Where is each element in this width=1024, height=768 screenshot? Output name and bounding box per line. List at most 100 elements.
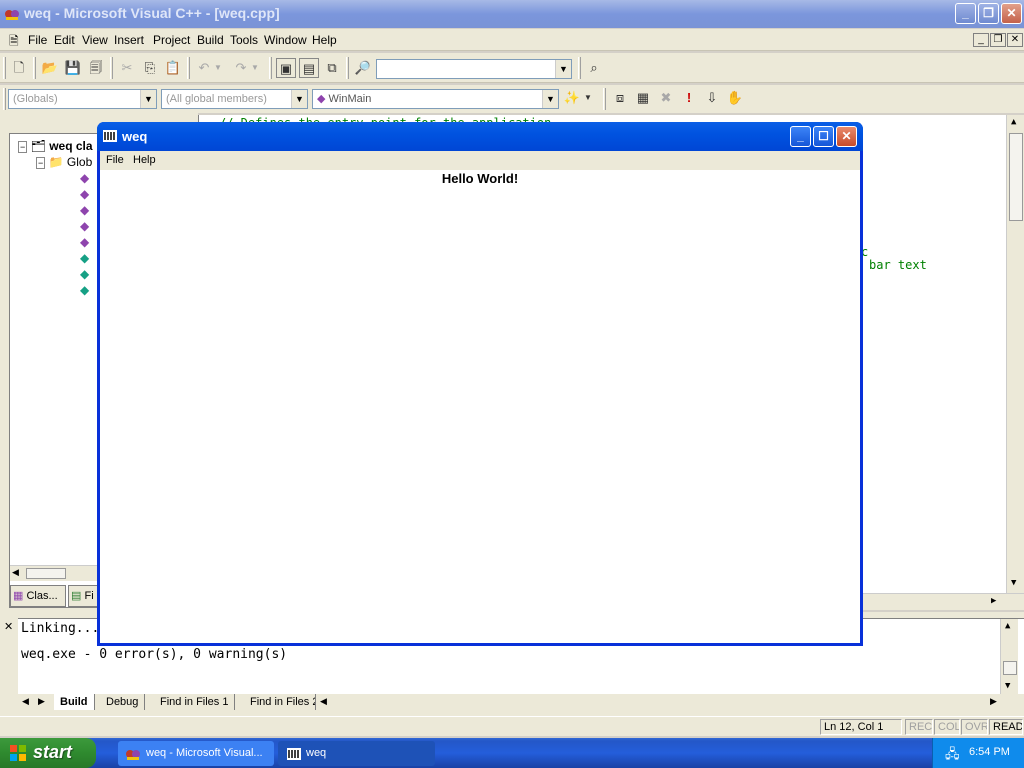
scroll-thumb[interactable] (26, 568, 66, 579)
go-icon[interactable]: ⇩ (702, 88, 722, 108)
undo-icon[interactable]: ↶ (194, 58, 214, 78)
wizard-dropdown-icon[interactable]: ▼ (582, 88, 594, 108)
function-diamond-icon: ◆ (317, 93, 326, 105)
class-combo[interactable]: (Globals) ▼ (8, 89, 157, 109)
taskbar-item-weq[interactable]: weq (278, 741, 435, 766)
tab-scroll-left-icon[interactable]: ◀ (22, 696, 29, 707)
window-list-icon[interactable]: ⧉ (322, 58, 342, 78)
open-folder-icon[interactable]: 📂 (40, 58, 60, 78)
redo-dropdown-icon[interactable]: ▼ (249, 58, 261, 78)
scroll-up-icon[interactable]: ▲ (1011, 117, 1016, 127)
save-icon[interactable]: 💾 (63, 58, 83, 78)
scroll-thumb[interactable] (1003, 661, 1017, 675)
weq-minimize-button[interactable]: _ (790, 126, 811, 147)
chevron-down-icon[interactable]: ▼ (555, 60, 571, 78)
new-file-icon[interactable]: 🗋 (9, 58, 29, 78)
toolbar-grip[interactable] (3, 57, 6, 79)
start-button[interactable]: start (0, 738, 96, 768)
taskbar-item-visual-cpp[interactable]: weq - Microsoft Visual... (118, 741, 274, 766)
chevron-down-icon[interactable]: ▼ (291, 90, 307, 108)
scroll-down-icon[interactable]: ▼ (1011, 578, 1016, 588)
tree-function-item[interactable]: ◆ (80, 235, 89, 251)
restore-button[interactable]: ❐ (978, 3, 999, 24)
tab-class-view[interactable]: ▦ Clas... (10, 585, 66, 607)
clock[interactable]: 6:54 PM (969, 746, 1010, 758)
scroll-right-icon[interactable]: ▶ (991, 596, 996, 606)
menu-help[interactable]: Help (312, 33, 337, 47)
tree-function-item[interactable]: ◆ (80, 171, 89, 187)
menu-view[interactable]: View (82, 33, 108, 47)
close-button[interactable]: ✕ (1001, 3, 1022, 24)
paste-icon[interactable]: 📋 (163, 58, 183, 78)
weq-window[interactable]: weq _ ☐ ✕ File Help Hello World! (97, 122, 863, 646)
collapse-icon[interactable]: − (36, 157, 46, 169)
menu-project[interactable]: Project (153, 33, 190, 47)
mdi-restore-button[interactable]: ❐ (990, 33, 1006, 47)
tab-find-in-files-1[interactable]: Find in Files 1 (154, 694, 236, 710)
function-combo[interactable]: ◆ WinMain ▼ (312, 89, 559, 109)
execute-icon[interactable]: ! (679, 88, 699, 108)
menu-insert[interactable]: Insert (114, 33, 144, 47)
weq-title-bar[interactable]: weq _ ☐ ✕ (97, 122, 863, 151)
members-combo[interactable]: (All global members) ▼ (161, 89, 308, 109)
tree-variable-item[interactable]: ◆ (80, 251, 89, 267)
copy-icon[interactable]: ⎘ (140, 58, 160, 78)
tree-variable-item[interactable]: ◆ (80, 267, 89, 283)
toolbar-grip[interactable] (603, 88, 606, 110)
menu-edit[interactable]: Edit (54, 33, 75, 47)
chevron-down-icon[interactable]: ▼ (542, 90, 558, 108)
weq-maximize-button[interactable]: ☐ (813, 126, 834, 147)
workspace-toggle-icon[interactable]: ▣ (276, 58, 296, 78)
find-combo[interactable]: ▼ (376, 59, 572, 79)
tree-globals[interactable]: − 📁 Glob (36, 155, 92, 171)
find-binoculars-icon[interactable]: ⌕ (584, 58, 604, 78)
output-close-icon[interactable]: ✕ (4, 620, 13, 633)
find-in-files-icon[interactable]: 🔎 (353, 58, 373, 78)
toolbar-grip[interactable] (3, 88, 6, 110)
menu-build[interactable]: Build (197, 33, 224, 47)
main-title-bar[interactable]: weq - Microsoft Visual C++ - [weq.cpp] _… (0, 0, 1024, 28)
chevron-down-icon[interactable]: ▼ (140, 90, 156, 108)
build-icon[interactable]: ▦ (633, 88, 653, 108)
menu-file[interactable]: File (28, 33, 47, 47)
tab-debug[interactable]: Debug (100, 694, 146, 710)
collapse-icon[interactable]: − (18, 141, 28, 153)
compile-icon[interactable]: ⧈ (610, 88, 630, 108)
scroll-left-icon[interactable]: ◀ (320, 696, 327, 707)
mdi-minimize-button[interactable]: _ (973, 33, 989, 47)
network-icon[interactable]: 🖧 (945, 745, 960, 767)
minimize-button[interactable]: _ (955, 3, 976, 24)
menu-tools[interactable]: Tools (230, 33, 258, 47)
stop-build-icon[interactable]: ✖ (656, 88, 676, 108)
redo-icon[interactable]: ↷ (231, 58, 251, 78)
weq-menu-file[interactable]: File (106, 154, 124, 166)
scroll-thumb[interactable] (1009, 133, 1023, 221)
wizard-wand-icon[interactable]: ✨ (562, 88, 582, 108)
tree-function-item[interactable]: ◆ (80, 187, 89, 203)
tab-file-view[interactable]: ▤ Fi (68, 585, 98, 607)
weq-menu-help[interactable]: Help (133, 154, 156, 166)
cut-icon[interactable]: ✂ (117, 58, 137, 78)
output-vscrollbar[interactable]: ▲ ▼ (1000, 619, 1018, 695)
scroll-down-icon[interactable]: ▼ (1005, 681, 1010, 691)
tree-root[interactable]: − 🗂 weq cla (18, 139, 93, 155)
tree-function-item[interactable]: ◆ (80, 219, 89, 235)
undo-dropdown-icon[interactable]: ▼ (212, 58, 224, 78)
tree-function-item[interactable]: ◆ (80, 203, 89, 219)
weq-close-button[interactable]: ✕ (836, 126, 857, 147)
tab-scroll-right-icon[interactable]: ▶ (38, 696, 45, 707)
scroll-up-icon[interactable]: ▲ (1005, 621, 1010, 631)
mdi-close-button[interactable]: ✕ (1007, 33, 1023, 47)
breakpoint-hand-icon[interactable]: ✋ (725, 88, 745, 108)
scroll-left-icon[interactable]: ◀ (12, 567, 19, 578)
editor-vscrollbar[interactable]: ▲ ▼ (1006, 115, 1024, 593)
tree-variable-item[interactable]: ◆ (80, 283, 89, 299)
menu-window[interactable]: Window (264, 33, 307, 47)
tab-build[interactable]: Build (54, 694, 95, 710)
document-icon[interactable]: 🗎 (9, 32, 19, 53)
tab-class-view-label: Clas... (26, 590, 58, 602)
tab-find-in-files-2[interactable]: Find in Files 2 (244, 694, 316, 710)
output-toggle-icon[interactable]: ▤ (299, 58, 319, 78)
scroll-right-icon[interactable]: ▶ (990, 696, 997, 707)
save-all-icon[interactable]: 🗐 (86, 58, 106, 78)
